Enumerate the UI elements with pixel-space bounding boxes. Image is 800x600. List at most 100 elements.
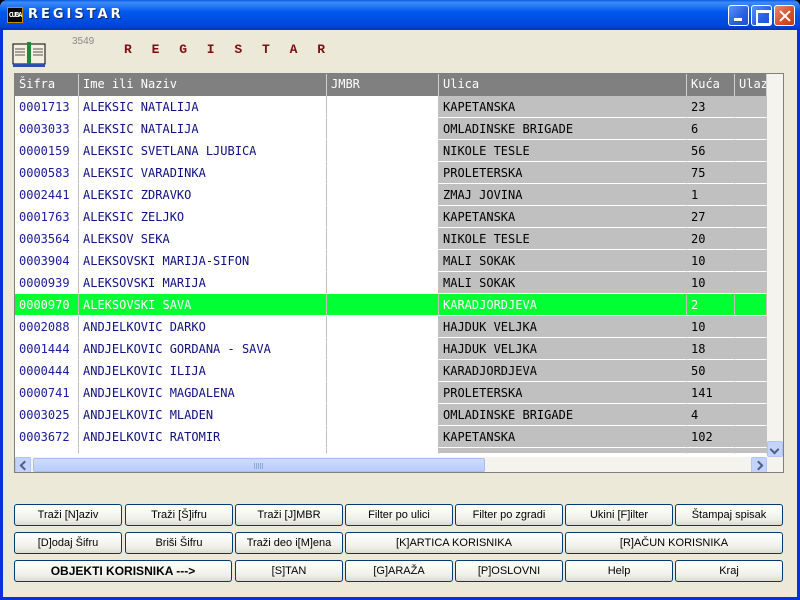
cell-ulaz[interactable] (735, 316, 767, 338)
cell-sifra[interactable]: 0003564 (15, 228, 79, 250)
filter-street-button[interactable]: Filter po ulici (345, 504, 453, 526)
delete-code-button[interactable]: Briši Šifru (125, 532, 233, 554)
cell-ulica[interactable]: PROLETERSKA (439, 162, 687, 184)
cell-sifra[interactable]: 0000159 (15, 140, 79, 162)
cell-jmbr[interactable] (327, 360, 439, 382)
column-header-kuca[interactable]: Kuća (687, 74, 735, 96)
user-invoice-button[interactable]: [R]AČUN KORISNIKA (565, 532, 783, 554)
cell-ulaz[interactable] (735, 162, 767, 184)
registry-grid[interactable]: Šifra Ime ili Naziv JMBR Ulica Kuća Ulaz… (14, 73, 784, 473)
cell-kuca[interactable]: 18 (687, 338, 735, 360)
cell-jmbr[interactable] (327, 118, 439, 140)
vertical-scrollbar[interactable] (767, 74, 783, 458)
cell-sifra[interactable]: 0002441 (15, 184, 79, 206)
cell-kuca[interactable]: 10 (687, 272, 735, 294)
cell-ulica[interactable]: KAPETANSKA (439, 96, 687, 118)
cell-ulaz[interactable] (735, 140, 767, 162)
cell-jmbr[interactable] (327, 272, 439, 294)
title-bar[interactable]: CUBA REGISTAR (0, 0, 800, 30)
cell-jmbr[interactable] (327, 250, 439, 272)
cell-ulica[interactable]: NIKOLE TESLE (439, 140, 687, 162)
cell-naziv[interactable]: ANDJELKOVIC ILIJA (79, 360, 327, 382)
cell-naziv[interactable]: ALEKSIC ZDRAVKO (79, 184, 327, 206)
table-row[interactable]: 0002088 ANDJELKOVIC DARKO HAJDUK VELJKA 10 (15, 316, 767, 338)
column-header-jmbr[interactable]: JMBR (327, 74, 439, 96)
cell-kuca[interactable]: 56 (687, 140, 735, 162)
cell-ulaz[interactable] (735, 404, 767, 426)
table-row[interactable]: 0000939 ALEKSOVSKI MARIJA MALI SOKAK 10 (15, 272, 767, 294)
cell-naziv[interactable]: ALEKSOVSKI MARIJA (79, 272, 327, 294)
cell-sifra[interactable]: 0000583 (15, 162, 79, 184)
cell-jmbr[interactable] (327, 382, 439, 404)
apartment-button[interactable]: [S]TAN (235, 560, 343, 582)
cell-jmbr[interactable] (327, 228, 439, 250)
close-button[interactable] (774, 5, 795, 26)
cell-naziv[interactable]: ALEKSOVSKI SAVA (79, 294, 327, 316)
user-card-button[interactable]: [K]ARTICA KORISNIKA (345, 532, 563, 554)
scroll-right-icon[interactable] (751, 457, 767, 472)
cell-sifra[interactable]: 0000970 (15, 294, 79, 316)
table-row[interactable]: 0000444 ANDJELKOVIC ILIJA KARADJORDJEVA 50 (15, 360, 767, 382)
cell-sifra[interactable]: 0003025 (15, 404, 79, 426)
cell-jmbr[interactable] (327, 184, 439, 206)
cell-naziv[interactable]: ALEKSIC SVETLANA LJUBICA (79, 140, 327, 162)
table-row[interactable]: 0002441 ALEKSIC ZDRAVKO ZMAJ JOVINA 1 (15, 184, 767, 206)
cell-ulaz[interactable] (735, 360, 767, 382)
table-row[interactable]: 0003904 ALEKSOVSKI MARIJA-SIFON MALI SOKAK… (15, 250, 767, 272)
cell-ulaz[interactable] (735, 382, 767, 404)
cell-kuca[interactable]: 141 (687, 382, 735, 404)
search-partial-name-button[interactable]: Traži deo i[M]ena (235, 532, 343, 554)
cell-ulica[interactable]: OMLADINSKE BRIGADE (439, 118, 687, 140)
cell-naziv[interactable]: ANDJELKOVIC DARKO (79, 316, 327, 338)
cell-jmbr[interactable] (327, 140, 439, 162)
cell-sifra[interactable]: 0003033 (15, 118, 79, 140)
cell-ulica[interactable]: KARADJORDJEVA (439, 294, 687, 316)
cell-ulica[interactable]: KARADJORDJEVA (439, 360, 687, 382)
filter-building-button[interactable]: Filter po zgradi (455, 504, 563, 526)
cell-ulaz[interactable] (735, 250, 767, 272)
cell-naziv[interactable]: ALEKSOVSKI MARIJA-SIFON (79, 250, 327, 272)
cell-naziv[interactable]: ANDJELKOVIC GORDANA - SAVA (79, 338, 327, 360)
cell-ulaz[interactable] (735, 294, 767, 316)
cell-jmbr[interactable] (327, 162, 439, 184)
scroll-left-icon[interactable] (15, 457, 31, 472)
column-header-sifra[interactable]: Šifra (15, 74, 79, 96)
cell-kuca[interactable]: 102 (687, 426, 735, 448)
cell-ulica[interactable]: OMLADINSKE BRIGADE (439, 404, 687, 426)
cell-ulica[interactable]: KAPETANSKA (439, 426, 687, 448)
exit-button[interactable]: Kraj (675, 560, 783, 582)
search-code-button[interactable]: Traži [Š]ifru (125, 504, 233, 526)
cell-ulica[interactable]: MALI SOKAK (439, 250, 687, 272)
add-code-button[interactable]: [D]odaj Šifru (14, 532, 122, 554)
cell-jmbr[interactable] (327, 206, 439, 228)
cell-ulaz[interactable] (735, 272, 767, 294)
user-objects-button[interactable]: OBJEKTI KORISNIKA ---> (14, 560, 232, 582)
cell-naziv[interactable]: ALEKSIC VARADINKA (79, 162, 327, 184)
table-row[interactable]: 0000741 ANDJELKOVIC MAGDALENA PROLETERSKA 1… (15, 382, 767, 404)
table-row[interactable]: 0003564 ALEKSOV SEKA NIKOLE TESLE 20 (15, 228, 767, 250)
cell-ulaz[interactable] (735, 338, 767, 360)
column-header-naziv[interactable]: Ime ili Naziv (79, 74, 327, 96)
cell-kuca[interactable]: 2 (687, 294, 735, 316)
cell-sifra[interactable]: 0000741 (15, 382, 79, 404)
cell-kuca[interactable]: 23 (687, 96, 735, 118)
cell-kuca[interactable]: 1 (687, 184, 735, 206)
cell-jmbr[interactable] (327, 294, 439, 316)
table-row[interactable]: 0001444 ANDJELKOVIC GORDANA - SAVA HAJDUK … (15, 338, 767, 360)
cell-ulaz[interactable] (735, 96, 767, 118)
cell-sifra[interactable]: 0001444 (15, 338, 79, 360)
column-header-ulica[interactable]: Ulica (439, 74, 687, 96)
help-button[interactable]: Help (565, 560, 673, 582)
cell-kuca[interactable]: 20 (687, 228, 735, 250)
cell-ulica[interactable]: MALI SOKAK (439, 272, 687, 294)
cell-ulaz[interactable] (735, 228, 767, 250)
cell-ulica[interactable]: KAPETANSKA (439, 206, 687, 228)
search-name-button[interactable]: Traži [N]aziv (14, 504, 122, 526)
table-row[interactable] (15, 448, 767, 454)
cell-kuca[interactable]: 75 (687, 162, 735, 184)
cell-jmbr[interactable] (327, 404, 439, 426)
cell-kuca[interactable]: 4 (687, 404, 735, 426)
table-row[interactable]: 0001713 ALEKSIC NATALIJA KAPETANSKA 23 (15, 96, 767, 118)
cell-kuca[interactable]: 10 (687, 250, 735, 272)
garage-button[interactable]: [G]ARAŽA (345, 560, 453, 582)
